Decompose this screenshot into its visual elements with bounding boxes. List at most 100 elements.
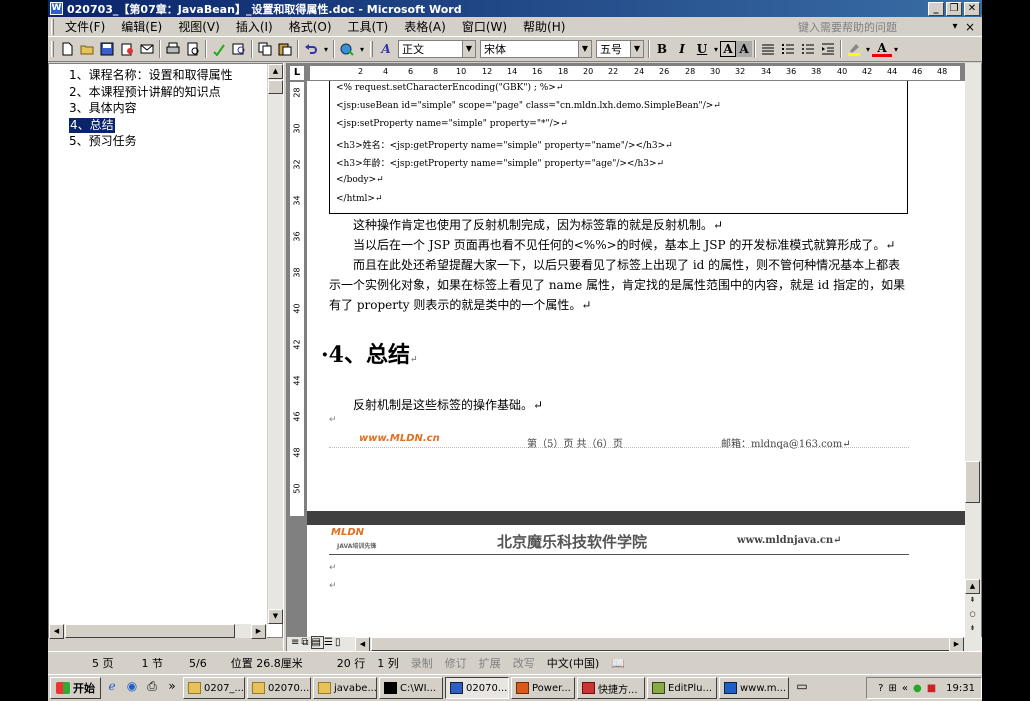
start-button[interactable]: 开始	[50, 677, 101, 699]
browser-quicklaunch-icon[interactable]: ◉	[123, 679, 141, 697]
styles-pane-icon[interactable]: A	[376, 39, 396, 59]
close-button[interactable]: ✕	[964, 1, 980, 16]
minimize-button[interactable]: _	[928, 1, 944, 16]
green-tray-icon[interactable]: ●	[913, 683, 922, 694]
docmap-item-preview-task[interactable]: 5、预习任务	[69, 134, 137, 149]
taskbar-item-powerpoint[interactable]: Power...	[511, 677, 575, 699]
previous-page-icon[interactable]: ⇞	[965, 594, 980, 609]
status-track-changes[interactable]: 修订	[439, 655, 473, 671]
spelling-status-icon[interactable]: 📖	[605, 657, 631, 670]
indent-icon[interactable]	[818, 39, 838, 59]
menu-tools[interactable]: 工具(T)	[340, 18, 397, 36]
menu-format[interactable]: 格式(O)	[281, 18, 340, 36]
help-tray-icon[interactable]: ?	[878, 683, 883, 694]
help-dropdown-icon[interactable]: ▾	[948, 21, 962, 32]
style-select[interactable]: 正文 ▼	[398, 40, 476, 58]
save-icon[interactable]	[97, 39, 117, 59]
open-folder-icon[interactable]	[77, 39, 97, 59]
taskbar-item-shortcut[interactable]: 快捷方...	[577, 677, 645, 699]
ie-quicklaunch-icon[interactable]: ℯ	[103, 679, 121, 697]
scroll-left-icon[interactable]: ◀	[355, 637, 370, 652]
menu-view[interactable]: 视图(V)	[170, 18, 228, 36]
new-document-icon[interactable]	[57, 39, 77, 59]
underline-dropdown-icon[interactable]: ▾	[712, 39, 720, 59]
permission-icon[interactable]	[117, 39, 137, 59]
taskbar-item-browser[interactable]: www.m...	[719, 677, 789, 699]
chevron-down-icon[interactable]: ▼	[462, 41, 475, 57]
status-overtype[interactable]: 改写	[507, 655, 541, 671]
taskbar-item-cmd[interactable]: C:\WI...	[379, 677, 443, 699]
menu-edit[interactable]: 编辑(E)	[113, 18, 170, 36]
printer-quicklaunch-icon[interactable]: ⎙	[143, 679, 161, 697]
docmap-horizontal-scrollbar[interactable]: ◀ ▶	[49, 624, 267, 639]
more-buttons-icon[interactable]: ▾	[357, 39, 367, 59]
chevron-down-icon[interactable]: ▼	[630, 41, 643, 57]
tab-selector[interactable]: L	[289, 65, 305, 81]
hyperlink-icon[interactable]	[337, 39, 357, 59]
scroll-left-icon[interactable]: ◀	[49, 624, 64, 639]
network-tray-icon[interactable]: ⊞	[888, 683, 896, 694]
scroll-thumb[interactable]	[268, 80, 283, 94]
next-page-icon[interactable]: ⇟	[965, 622, 980, 637]
scroll-up-icon[interactable]: ▲	[965, 579, 980, 594]
help-question-input[interactable]: 键入需要帮助的问题	[798, 19, 948, 35]
highlight-dropdown-icon[interactable]: ▾	[864, 39, 872, 59]
quicklaunch-more[interactable]: »	[163, 679, 181, 697]
font-color-dropdown-icon[interactable]: ▾	[892, 39, 900, 59]
tray-expand[interactable]: «	[902, 683, 908, 694]
menu-help[interactable]: 帮助(H)	[515, 18, 573, 36]
italic-button[interactable]: I	[672, 39, 692, 59]
taskbar-item-folder[interactable]: 02070...	[247, 677, 311, 699]
menu-file[interactable]: 文件(F)	[57, 18, 113, 36]
paste-icon[interactable]	[275, 39, 295, 59]
scroll-thumb[interactable]	[371, 637, 961, 651]
bullets-icon[interactable]	[798, 39, 818, 59]
menu-insert[interactable]: 插入(I)	[228, 18, 281, 36]
vertical-ruler[interactable]: 28 30 32 34 36 38 40 42 44 46 48 50	[289, 81, 305, 517]
taskbar-item-editplus[interactable]: EditPlu...	[647, 677, 717, 699]
docmap-item-knowledge-points[interactable]: 2、本课程预计讲解的知识点	[69, 85, 221, 100]
docmap-item-course-name[interactable]: 1、课程名称：设置和取得属性	[69, 68, 233, 83]
spelling-icon[interactable]	[209, 39, 229, 59]
document-vertical-scrollbar[interactable]: ▲ ⇞ ○ ⇟	[965, 63, 981, 637]
bold-button[interactable]: B	[652, 39, 672, 59]
menu-window[interactable]: 窗口(W)	[454, 18, 515, 36]
document-page[interactable]: <% request.setCharacterEncoding("GBK") ;…	[307, 81, 965, 511]
taskbar-item-word[interactable]: 02070...	[445, 677, 509, 699]
status-record[interactable]: 录制	[405, 655, 439, 671]
font-select[interactable]: 宋体 ▼	[480, 40, 592, 58]
font-color-button[interactable]: A	[872, 41, 892, 57]
menu-table[interactable]: 表格(A)	[396, 18, 454, 36]
undo-dropdown-icon[interactable]: ▾	[321, 39, 331, 59]
taskbar-item-folder[interactable]: javabe...	[313, 677, 377, 699]
browse-object-icon[interactable]: ○	[965, 608, 980, 623]
justify-icon[interactable]	[758, 39, 778, 59]
docmap-vertical-scrollbar[interactable]: ▲ ▼	[267, 64, 283, 624]
font-size-select[interactable]: 五号 ▼	[596, 40, 644, 58]
normal-view-icon[interactable]: ≡	[291, 637, 301, 648]
print-view-icon[interactable]: ▤	[310, 636, 324, 649]
docmap-item-content[interactable]: 3、具体内容	[69, 101, 137, 116]
email-icon[interactable]	[137, 39, 157, 59]
research-icon[interactable]	[229, 39, 249, 59]
numbering-icon[interactable]	[778, 39, 798, 59]
char-shading-button[interactable]: A	[736, 41, 752, 57]
print-preview-icon[interactable]	[183, 39, 203, 59]
document-horizontal-scrollbar[interactable]: ≡⧉▤☰▯ ◀ ▶	[287, 636, 982, 652]
horizontal-ruler[interactable]: 2 4 6 8 10 12 14 16 18 20 22 24 26 28 30…	[309, 65, 961, 81]
scroll-down-icon[interactable]: ▼	[268, 609, 283, 624]
scroll-thumb[interactable]	[965, 461, 980, 503]
menubar-grip[interactable]	[51, 18, 54, 35]
status-extend[interactable]: 扩展	[473, 655, 507, 671]
toolbar-grip[interactable]	[51, 41, 54, 57]
web-view-icon[interactable]: ⧉	[301, 637, 310, 648]
reading-view-icon[interactable]: ▯	[335, 637, 343, 648]
docmap-item-summary[interactable]: 4、总结	[69, 118, 115, 133]
print-icon[interactable]	[163, 39, 183, 59]
highlight-icon[interactable]	[844, 39, 864, 59]
word-app-icon[interactable]: W	[50, 2, 63, 15]
toolbar-grip[interactable]	[370, 41, 373, 57]
char-border-button[interactable]: A	[720, 41, 736, 57]
restore-button[interactable]: ❐	[946, 1, 962, 16]
taskbar-group-icon[interactable]: ▭	[791, 679, 813, 697]
